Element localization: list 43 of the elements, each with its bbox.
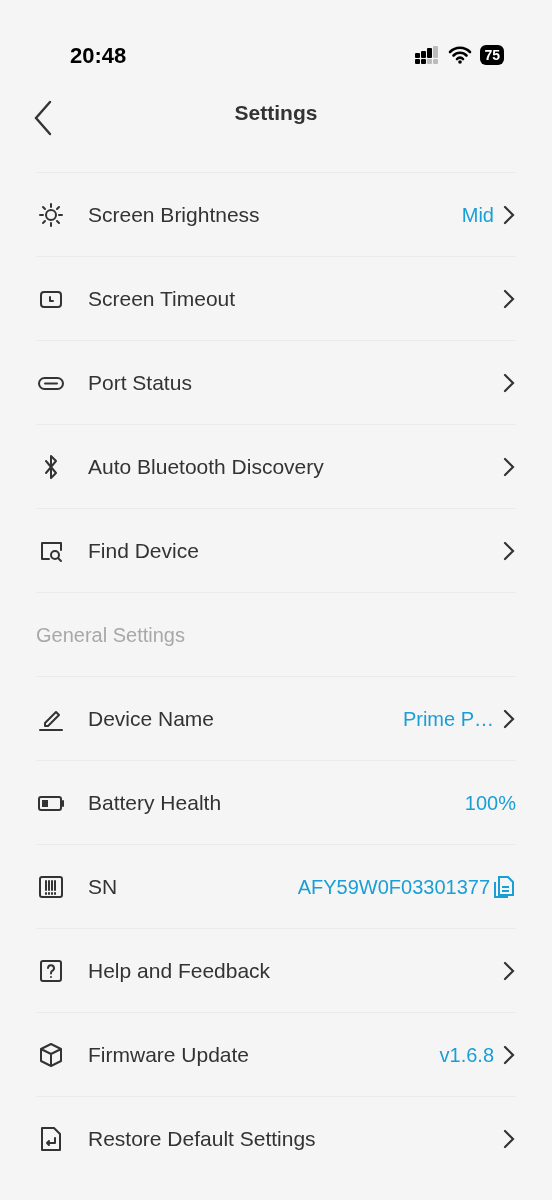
wifi-icon (448, 46, 473, 64)
row-label: Port Status (88, 369, 193, 396)
section-heading: General Settings (36, 592, 516, 676)
row-label: Device Name (88, 705, 216, 732)
settings-row[interactable]: Port Status (36, 340, 516, 424)
settings-row[interactable]: Restore Default Settings (36, 1096, 516, 1180)
row-label: SN (88, 873, 119, 900)
chevron-icon (502, 1127, 516, 1150)
settings-row[interactable]: Firmware Update v1.6.8 (36, 1012, 516, 1096)
row-label: Screen Timeout (88, 285, 237, 312)
row-value: v1.6.8 (439, 1042, 494, 1068)
chevron-icon (502, 539, 516, 562)
row-value: AFY59W0F03301377 (297, 874, 490, 900)
chevron-icon (502, 1043, 516, 1066)
chevron-icon (502, 707, 516, 730)
page-title: Settings (234, 100, 318, 127)
settings-row[interactable]: Find Device (36, 508, 516, 592)
chevron-icon (502, 371, 516, 394)
row-value: Mid (461, 202, 494, 228)
row-value: Prime P… (402, 706, 494, 732)
signal-icon (414, 45, 441, 65)
row-label: Auto Bluetooth Discovery (88, 453, 325, 480)
row-label: Find Device (88, 537, 200, 564)
settings-row[interactable]: Auto Bluetooth Discovery (36, 424, 516, 508)
row-label: Screen Brightness (88, 201, 261, 228)
settings-row[interactable]: Help and Feedback (36, 928, 516, 1012)
copy-icon[interactable] (492, 873, 516, 900)
chevron-icon (502, 287, 516, 310)
battery-indicator: 75 (480, 45, 504, 65)
settings-row[interactable]: SN AFY59W0F03301377 (36, 844, 516, 928)
row-label: Firmware Update (88, 1041, 251, 1068)
chevron-icon (502, 959, 516, 982)
settings-row[interactable]: Device Name Prime P… (36, 676, 516, 760)
settings-row[interactable]: Screen Timeout (36, 256, 516, 340)
status-time: 20:48 (70, 41, 127, 70)
settings-row[interactable]: Battery Health 100% (36, 760, 516, 844)
row-label: Help and Feedback (88, 957, 272, 984)
settings-row[interactable]: Screen Brightness Mid (36, 172, 516, 256)
row-label: Restore Default Settings (88, 1125, 317, 1152)
row-label: Battery Health (88, 789, 223, 816)
chevron-icon (502, 203, 516, 226)
row-value: 100% (464, 790, 516, 816)
chevron-icon (502, 455, 516, 478)
